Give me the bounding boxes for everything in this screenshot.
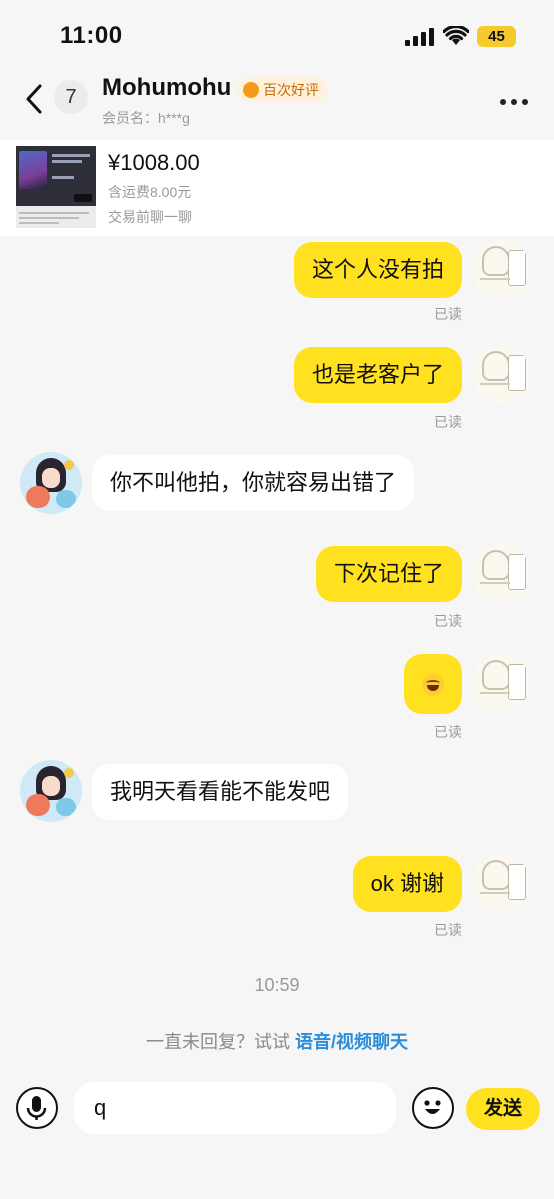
voice-input-button[interactable] <box>16 1087 58 1129</box>
contact-avatar[interactable] <box>20 452 82 514</box>
microphone-icon <box>26 1096 47 1120</box>
call-suggestion: 一直未回复？试试 语音/视频聊天 <box>0 1028 554 1054</box>
message-input[interactable] <box>74 1082 396 1134</box>
product-price: ¥1008.00 <box>108 150 200 175</box>
read-receipt: 已读 <box>434 306 462 322</box>
emoji-button[interactable] <box>412 1087 454 1129</box>
message-list[interactable]: 这个人没有拍 已读 也是老客户了 已读 你不叫他拍，你就容易出错了 下次记住了 … <box>0 236 554 1066</box>
my-avatar[interactable] <box>472 240 530 298</box>
my-avatar[interactable] <box>472 345 530 403</box>
read-receipt: 已读 <box>434 922 462 938</box>
battery-icon: 45 <box>477 26 516 47</box>
contact-avatar[interactable] <box>20 760 82 822</box>
read-receipt: 已读 <box>434 414 462 430</box>
voice-video-call-link[interactable]: 语音/视频聊天 <box>295 1032 408 1052</box>
my-avatar[interactable] <box>472 654 530 712</box>
message-text: 下次记住了 <box>333 561 444 586</box>
read-receipt: 已读 <box>434 613 462 629</box>
status-time: 11:00 <box>60 22 123 49</box>
suggestion-prefix: 一直未回复？试试 <box>145 1032 295 1052</box>
message-text: ok 谢谢 <box>370 871 444 896</box>
message-bubble-incoming[interactable]: 我明天看看能不能发吧 <box>92 764 349 820</box>
message-bubble-outgoing[interactable]: 下次记住了 <box>315 546 462 602</box>
message-bubble-outgoing[interactable]: ok 谢谢 <box>352 856 462 912</box>
product-thumbnail[interactable] <box>16 146 96 228</box>
member-id: 会员名：h***g <box>102 110 190 126</box>
message-text: 也是老客户了 <box>311 362 444 387</box>
product-shipping: 含运费8.00元 <box>108 184 192 200</box>
my-avatar[interactable] <box>472 854 530 912</box>
face-with-tears-of-joy-icon <box>422 674 444 697</box>
message-text: 你不叫他拍，你就容易出错了 <box>110 470 397 495</box>
read-receipt: 已读 <box>434 724 462 740</box>
message-text: 这个人没有拍 <box>311 257 444 282</box>
chat-header: 7 Mohumohu 百次好评 会员名：h***g <box>0 70 554 130</box>
message-text: 我明天看看能不能发吧 <box>110 779 331 804</box>
send-button[interactable]: 发送 <box>466 1088 540 1130</box>
message-bubble-outgoing[interactable] <box>404 654 462 714</box>
smiley-icon <box>424 1100 441 1114</box>
status-bar: 11:00 45 <box>0 0 554 70</box>
rating-badge[interactable]: 百次好评 <box>237 78 327 102</box>
chevron-left-icon[interactable] <box>22 82 46 116</box>
message-bubble-incoming[interactable]: 你不叫他拍，你就容易出错了 <box>92 455 415 511</box>
rating-badge-label: 百次好评 <box>263 82 319 98</box>
product-card[interactable]: ¥1008.00 含运费8.00元 交易前聊一聊 <box>0 140 554 236</box>
message-timestamp: 10:59 <box>254 975 300 995</box>
contact-name[interactable]: Mohumohu <box>102 74 231 102</box>
unread-count-badge[interactable]: 7 <box>54 80 88 114</box>
my-avatar[interactable] <box>472 544 530 602</box>
message-bubble-outgoing[interactable]: 也是老客户了 <box>293 347 462 403</box>
message-bubble-outgoing[interactable]: 这个人没有拍 <box>293 242 462 298</box>
more-horizontal-icon[interactable] <box>500 92 534 105</box>
battery-level: 45 <box>488 28 505 45</box>
wifi-icon <box>443 26 469 45</box>
product-note: 交易前聊一聊 <box>108 209 192 225</box>
cellular-signal-icon <box>405 28 434 46</box>
input-bar: 发送 <box>0 1066 554 1199</box>
medal-icon <box>243 82 259 98</box>
